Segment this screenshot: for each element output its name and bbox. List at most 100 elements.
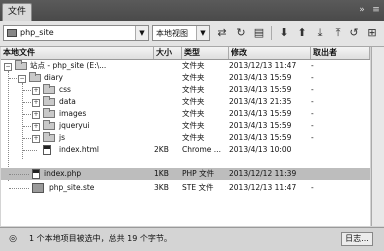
item-name: images xyxy=(59,109,87,118)
view-icon[interactable]: ▤ xyxy=(251,25,267,41)
get-file-icon[interactable]: ⬇ xyxy=(276,25,292,41)
status-text: 1 个本地项目被选中，总共 19 个字节。 xyxy=(29,234,172,243)
file-list: − 站点 - php_site (E:\... 文件夹 2013/12/13 1… xyxy=(1,60,370,226)
item-size xyxy=(154,96,180,108)
site-icon xyxy=(7,29,17,37)
view-select-value: 本地视图 xyxy=(156,29,188,38)
item-size xyxy=(154,120,180,132)
column-header-type[interactable]: 类型 xyxy=(182,47,229,59)
panel-menu-icon[interactable]: ≡ xyxy=(369,4,383,16)
tree-guide xyxy=(23,102,31,103)
item-size xyxy=(154,60,180,72)
tree-guide xyxy=(23,138,31,139)
folder-icon xyxy=(43,132,55,142)
vertical-scrollbar[interactable] xyxy=(371,47,384,226)
list-item-php-site-ste[interactable]: php_site.ste 3KB STE 文件 2013/12/13 11:47… xyxy=(1,182,370,194)
item-name: index.html xyxy=(59,145,99,154)
expand-toggle-icon[interactable]: + xyxy=(32,99,40,107)
expand-toggle-icon[interactable]: + xyxy=(32,87,40,95)
item-type: PHP 文件 xyxy=(182,169,215,178)
item-modified: 2013/12/13 11:47 xyxy=(229,183,297,192)
log-button[interactable]: 日志... xyxy=(341,232,373,246)
item-checked-out: - xyxy=(311,97,314,106)
chevron-down-icon[interactable]: ▼ xyxy=(135,26,148,40)
tree-guide xyxy=(23,114,31,115)
item-size: 1KB xyxy=(154,169,169,178)
status-bar: ◎ 1 个本地项目被选中，总共 19 个字节。 日志... xyxy=(0,227,384,251)
list-item-index-php[interactable]: index.php 1KB PHP 文件 2013/12/12 11:39 xyxy=(1,168,370,180)
collapse-toggle-icon[interactable]: − xyxy=(18,75,26,83)
item-checked-out: - xyxy=(311,85,314,94)
check-in-icon[interactable]: ⤒ xyxy=(330,25,346,41)
tree-guide xyxy=(9,78,17,79)
put-file-icon[interactable]: ⬆ xyxy=(294,25,310,41)
site-file-icon xyxy=(32,183,44,193)
column-header-size[interactable]: 大小 xyxy=(154,47,182,59)
files-panel: 文件 » ≡ php_site ▼ 本地视图 ▼ ⇄ ↻ ▤ ⬇ ⬆ ⤓ ⤒ ↺… xyxy=(0,0,384,251)
list-item-site-root[interactable]: − 站点 - php_site (E:\... 文件夹 2013/12/13 1… xyxy=(1,60,370,72)
list-item-js[interactable]: + js 文件夹 2013/4/13 15:59 - xyxy=(1,132,370,144)
collapse-toggle-icon[interactable]: − xyxy=(4,63,12,71)
item-size xyxy=(154,72,180,84)
folder-icon xyxy=(15,60,27,70)
item-type: 文件夹 xyxy=(182,61,205,70)
expand-icon[interactable]: ⊞ xyxy=(364,25,380,41)
item-size: 2KB xyxy=(154,145,169,154)
item-type: 文件夹 xyxy=(182,133,205,142)
folder-icon xyxy=(43,84,55,94)
item-size xyxy=(154,84,180,96)
php-file-icon xyxy=(32,169,40,179)
tree-guide xyxy=(23,150,37,151)
expand-toggle-icon[interactable]: + xyxy=(32,135,40,143)
item-checked-out: - xyxy=(311,73,314,82)
connect-icon[interactable]: ⇄ xyxy=(214,25,230,41)
expand-toggle-icon[interactable]: + xyxy=(32,111,40,119)
item-type: STE 文件 xyxy=(182,183,214,192)
check-out-icon[interactable]: ⤓ xyxy=(312,25,328,41)
refresh-icon[interactable]: ↻ xyxy=(233,25,249,41)
folder-icon xyxy=(43,96,55,106)
row-name-cell: index.html xyxy=(1,144,152,156)
row-name-cell: + images xyxy=(1,108,152,120)
site-select[interactable]: php_site ▼ xyxy=(3,25,149,41)
tab-files[interactable]: 文件 xyxy=(2,3,32,22)
list-item-jqueryui[interactable]: + jqueryui 文件夹 2013/4/13 15:59 - xyxy=(1,120,370,132)
list-item-data[interactable]: + data 文件夹 2013/4/13 21:35 - xyxy=(1,96,370,108)
item-checked-out xyxy=(311,144,361,156)
row-name-cell: + js xyxy=(1,132,152,144)
item-modified: 2013/4/13 15:59 xyxy=(229,133,292,142)
item-type: Chrome ... xyxy=(182,145,221,154)
collapse-icon[interactable]: » xyxy=(355,4,369,16)
list-item-css[interactable]: + css 文件夹 2013/4/13 15:59 - xyxy=(1,84,370,96)
item-modified: 2013/4/13 15:59 xyxy=(229,73,292,82)
column-header-name[interactable]: 本地文件 xyxy=(1,47,154,59)
item-name: jqueryui xyxy=(59,121,90,130)
row-name-cell: php_site.ste xyxy=(1,182,152,194)
item-checked-out: - xyxy=(311,121,314,130)
item-modified: 2013/12/13 11:47 xyxy=(229,61,297,70)
file-list-header: 本地文件 大小 类型 修改 取出者 xyxy=(1,47,370,60)
list-item-images[interactable]: + images 文件夹 2013/4/13 15:59 - xyxy=(1,108,370,120)
item-type: 文件夹 xyxy=(182,109,205,118)
tree-guide xyxy=(23,90,31,91)
column-header-checked-out[interactable]: 取出者 xyxy=(311,47,370,59)
expand-toggle-icon[interactable]: + xyxy=(32,123,40,131)
list-item-index-html[interactable]: index.html 2KB Chrome ... 2013/4/13 10:0… xyxy=(1,144,370,156)
column-header-modified[interactable]: 修改 xyxy=(229,47,311,59)
tree-guide xyxy=(9,174,29,175)
item-type: 文件夹 xyxy=(182,97,205,106)
row-name-cell: − 站点 - php_site (E:\... xyxy=(1,60,152,72)
list-item-diary[interactable]: − diary 文件夹 2013/4/13 15:59 - xyxy=(1,72,370,84)
folder-icon xyxy=(43,108,55,118)
item-modified: 2013/4/13 10:00 xyxy=(229,145,292,154)
item-modified: 2013/4/13 15:59 xyxy=(229,121,292,130)
status-info-icon: ◎ xyxy=(9,234,17,244)
row-name-cell: + data xyxy=(1,96,152,108)
view-select[interactable]: 本地视图 ▼ xyxy=(152,25,210,41)
chevron-down-icon[interactable]: ▼ xyxy=(196,26,209,40)
site-select-value: php_site xyxy=(20,28,54,37)
sync-icon[interactable]: ↺ xyxy=(346,25,362,41)
item-checked-out: - xyxy=(311,133,314,142)
item-checked-out: - xyxy=(311,109,314,118)
item-checked-out xyxy=(311,168,361,180)
